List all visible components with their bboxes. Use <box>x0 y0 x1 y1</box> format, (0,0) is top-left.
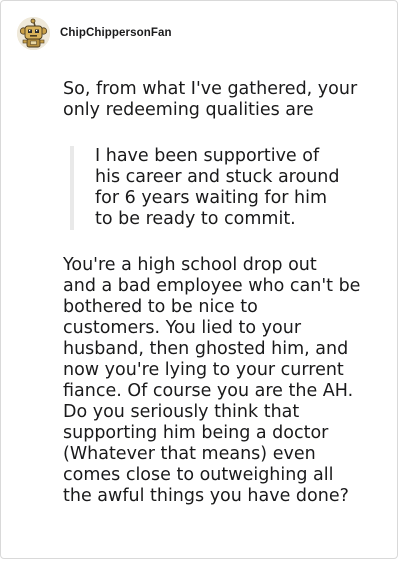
quote-line: I have been supportive of <box>95 146 320 166</box>
text-line: now you're lying to your current <box>63 360 344 380</box>
main-paragraph: You're a high school drop out and a bad … <box>63 255 383 507</box>
text-line: the awful things you have done? <box>63 486 349 506</box>
text-line: Do you seriously think that <box>63 402 300 422</box>
text-line: and a bad employee who can't be <box>63 276 361 296</box>
intro-paragraph: So, from what I've gathered, your only r… <box>63 79 383 121</box>
avatar[interactable] <box>17 16 50 50</box>
text-line: bothered to be nice to <box>63 297 258 317</box>
text-line: (Whatever that means) even <box>63 444 316 464</box>
reddit-snoo-avatar-icon <box>17 16 50 50</box>
comment-header: ChipChippersonFan <box>17 15 172 51</box>
text-line: You're a high school drop out <box>63 255 317 275</box>
text-line: only redeeming qualities are <box>63 100 314 120</box>
comment-body: So, from what I've gathered, your only r… <box>63 79 383 507</box>
text-line: So, from what I've gathered, your <box>63 79 358 99</box>
comment-card: ChipChippersonFan So, from what I've gat… <box>0 0 398 559</box>
text-line: customers. You lied to your <box>63 318 302 338</box>
quote-line: for 6 years waiting for him <box>95 188 328 208</box>
text-line: comes close to outweighing all <box>63 465 334 485</box>
quote-line: to be ready to commit. <box>95 209 296 229</box>
text-line: husband, then ghosted him, and <box>63 339 349 359</box>
text-line: supporting him being a doctor <box>63 423 329 443</box>
username[interactable]: ChipChippersonFan <box>60 27 172 39</box>
text-line: fiance. Of course you are the AH. <box>63 381 354 401</box>
blockquote: I have been supportive of his career and… <box>70 146 383 230</box>
quote-line: his career and stuck around <box>95 167 340 187</box>
